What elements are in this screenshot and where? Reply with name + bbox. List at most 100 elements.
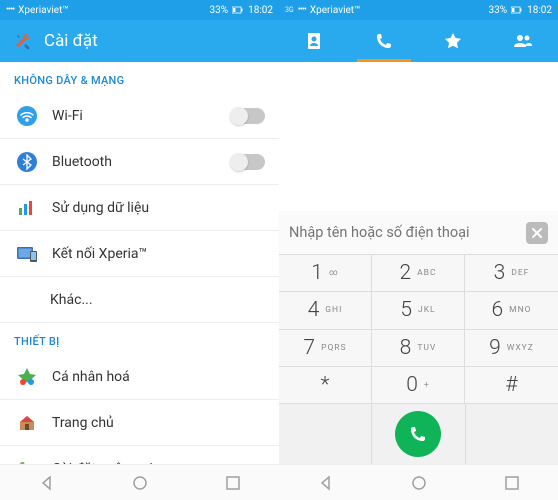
settings-title: Cài đặt xyxy=(44,31,98,51)
key-6[interactable]: 6 MNO xyxy=(465,292,558,329)
row-home[interactable]: Trang chủ xyxy=(0,400,279,446)
key-number: 6 xyxy=(492,298,504,322)
settings-list[interactable]: KHÔNG DÂY & MẠNG Wi-Fi Bluetooth Sử dụng… xyxy=(0,62,279,464)
key-number: 2 xyxy=(399,261,411,285)
signal-dots-icon: •••• xyxy=(6,5,14,15)
home-icon xyxy=(14,410,40,436)
tab-favorites[interactable] xyxy=(419,20,489,62)
key-number: 3 xyxy=(494,261,506,285)
key-number: 4 xyxy=(308,298,320,322)
tools-icon xyxy=(12,30,34,52)
key-3[interactable]: 3 DEF xyxy=(465,255,558,292)
key-9[interactable]: 9 WXYZ xyxy=(465,330,558,367)
bottom-right xyxy=(466,404,558,464)
key-number: * xyxy=(321,373,330,397)
key-letters: PQRS xyxy=(321,343,347,353)
search-input[interactable] xyxy=(289,224,526,241)
key-letters: ∞ xyxy=(329,268,339,278)
xperia-icon xyxy=(14,241,40,267)
section-device: THIẾT BỊ xyxy=(0,323,279,354)
status-bar: 3G •••• Xperiaviet™ 33% 18:02 xyxy=(279,0,558,20)
row-xperia[interactable]: Kết nối Xperia™ xyxy=(0,231,279,277)
bottom-left xyxy=(279,404,372,464)
dialpad: 1∞2ABC3DEF4GHI5JKL6MNO7PQRS8TUV9WXYZ*0+# xyxy=(279,255,558,404)
key-7[interactable]: 7 PQRS xyxy=(279,330,372,367)
recent-icon[interactable] xyxy=(218,468,248,498)
row-personalize[interactable]: Cá nhân hoá xyxy=(0,354,279,400)
key-#[interactable]: # xyxy=(465,367,558,404)
data-usage-icon xyxy=(14,195,40,221)
carrier-label: Xperiaviet™ xyxy=(310,5,360,16)
label-xperia: Kết nối Xperia™ xyxy=(52,246,265,262)
key-number: 8 xyxy=(400,336,412,360)
battery-label: 33% xyxy=(489,5,508,16)
dialer-screen: 3G •••• Xperiaviet™ 33% 18:02 1∞2ABC3DEF… xyxy=(279,0,558,500)
key-4[interactable]: 4 GHI xyxy=(279,292,372,329)
nav-bar xyxy=(279,464,558,500)
key-*[interactable]: * xyxy=(279,367,372,404)
key-letters: ABC xyxy=(417,268,436,278)
label-bluetooth: Bluetooth xyxy=(52,154,231,170)
key-number: 5 xyxy=(400,298,412,322)
phone-icon xyxy=(14,456,40,465)
tab-dialer[interactable] xyxy=(349,20,419,62)
personalize-icon xyxy=(14,364,40,390)
carrier-label: Xperiaviet™ xyxy=(18,5,68,16)
settings-screen: •••• Xperiaviet™ 33% 18:02 Cài đặt KHÔNG… xyxy=(0,0,279,500)
key-letters: WXYZ xyxy=(507,343,534,353)
back-icon[interactable] xyxy=(32,468,62,498)
tab-contacts[interactable] xyxy=(279,20,349,62)
battery-label: 33% xyxy=(210,5,229,16)
row-call-settings[interactable]: Cài đặt cuộc gọi xyxy=(0,446,279,464)
battery-icon xyxy=(232,6,244,14)
home-nav-icon[interactable] xyxy=(125,468,155,498)
key-number: 9 xyxy=(489,336,501,360)
bluetooth-icon xyxy=(14,149,40,175)
time-label: 18:02 xyxy=(527,5,552,16)
battery-icon xyxy=(511,6,523,14)
row-wifi[interactable]: Wi-Fi xyxy=(0,93,279,139)
row-data-usage[interactable]: Sử dụng dữ liệu xyxy=(0,185,279,231)
dialer-tabs xyxy=(279,20,558,62)
key-letters: DEF xyxy=(511,268,529,278)
wifi-icon xyxy=(14,103,40,129)
nav-bar xyxy=(0,464,279,500)
recent-icon[interactable] xyxy=(497,468,527,498)
section-wireless: KHÔNG DÂY & MẠNG xyxy=(0,62,279,93)
search-bar xyxy=(279,211,558,255)
key-letters: + xyxy=(424,380,430,390)
network-type: 3G xyxy=(285,6,294,14)
label-personalize: Cá nhân hoá xyxy=(52,369,265,385)
label-wifi: Wi-Fi xyxy=(52,108,231,124)
label-data: Sử dụng dữ liệu xyxy=(52,200,265,216)
key-1[interactable]: 1∞ xyxy=(279,255,372,292)
key-letters: GHI xyxy=(325,305,342,315)
key-5[interactable]: 5 JKL xyxy=(372,292,465,329)
key-letters: MNO xyxy=(509,305,531,315)
dialer-content: 1∞2ABC3DEF4GHI5JKL6MNO7PQRS8TUV9WXYZ*0+# xyxy=(279,62,558,464)
key-2[interactable]: 2 ABC xyxy=(372,255,465,292)
clear-button[interactable] xyxy=(526,222,548,244)
signal-dots-icon: •••• xyxy=(298,5,306,15)
toggle-bluetooth[interactable] xyxy=(231,154,265,170)
key-number: # xyxy=(505,373,517,397)
label-more: Khác... xyxy=(50,292,265,308)
row-more[interactable]: Khác... xyxy=(0,277,279,323)
key-number: 7 xyxy=(303,336,315,360)
tab-groups[interactable] xyxy=(488,20,558,62)
label-home: Trang chủ xyxy=(52,415,265,431)
key-number: 1 xyxy=(311,261,323,285)
key-0[interactable]: 0+ xyxy=(372,367,465,404)
key-8[interactable]: 8 TUV xyxy=(372,330,465,367)
time-label: 18:02 xyxy=(248,5,273,16)
back-icon[interactable] xyxy=(311,468,341,498)
toggle-wifi[interactable] xyxy=(231,108,265,124)
call-button[interactable] xyxy=(395,411,441,457)
dialpad-bottom xyxy=(279,404,558,464)
row-bluetooth[interactable]: Bluetooth xyxy=(0,139,279,185)
home-nav-icon[interactable] xyxy=(404,468,434,498)
key-letters: TUV xyxy=(417,343,436,353)
key-number: 0 xyxy=(406,373,418,397)
key-letters: JKL xyxy=(418,305,436,315)
status-bar: •••• Xperiaviet™ 33% 18:02 xyxy=(0,0,279,20)
